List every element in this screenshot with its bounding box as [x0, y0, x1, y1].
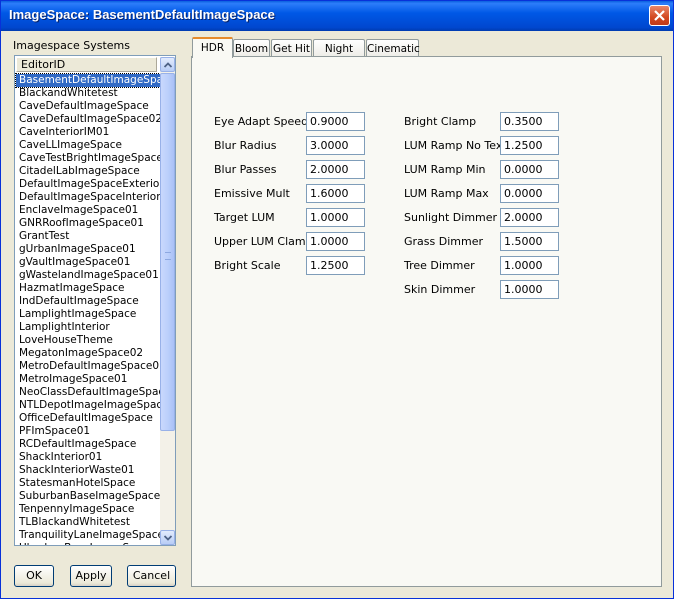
list-item[interactable]: gVaultImageSpace01 [16, 256, 160, 269]
systems-list-items: BasementDefaultImageSpace BlackandWhitete… [15, 73, 161, 545]
list-item[interactable]: CaveLLImageSpace [16, 139, 160, 152]
field-label: Emissive Mult [214, 187, 290, 200]
editorid-column-header[interactable]: EditorID [16, 57, 157, 72]
field-label: Bright Clamp [404, 115, 477, 128]
systems-list[interactable]: EditorID BasementDefaultImageSpace Blacka… [14, 55, 176, 546]
value-field[interactable]: 0.9000 [306, 112, 365, 131]
systems-label: Imagespace Systems [13, 39, 130, 52]
list-item[interactable]: CaveDefaultImageSpace02 [16, 113, 160, 126]
list-item[interactable]: LamplightImageSpace [16, 308, 160, 321]
scroll-thumb[interactable] [160, 73, 175, 431]
window-title: ImageSpace: BasementDefaultImageSpace [9, 7, 275, 22]
title-bar[interactable]: ImageSpace: BasementDefaultImageSpace [1, 1, 673, 31]
scroll-down-button[interactable] [160, 530, 175, 545]
field-label: LUM Ramp Max [404, 187, 489, 200]
list-item[interactable]: GNRRoofImageSpace01 [16, 217, 160, 230]
list-item[interactable]: MegatonImageSpace02 [16, 347, 160, 360]
close-button[interactable] [649, 5, 670, 26]
scroll-up-button[interactable] [160, 57, 175, 72]
value-field[interactable]: 1.2500 [500, 136, 559, 155]
field-label: Upper LUM Clamp [214, 235, 313, 248]
list-item[interactable]: OfficeDefaultImageSpace [16, 412, 160, 425]
list-item[interactable]: PFImSpace01 [16, 425, 160, 438]
field-label: Blur Passes [214, 163, 277, 176]
list-item[interactable]: TenpennyImageSpace [16, 503, 160, 516]
value-field[interactable]: 3.0000 [306, 136, 365, 155]
value-field[interactable]: 1.0000 [306, 208, 365, 227]
value-field[interactable]: 1.0000 [500, 256, 559, 275]
list-item[interactable]: HazmatImageSpace [16, 282, 160, 295]
field-label: Sunlight Dimmer [404, 211, 498, 224]
list-item[interactable]: CaveDefaultImageSpace [16, 100, 160, 113]
list-item[interactable]: CaveTestBrightImageSpace [16, 152, 160, 165]
list-item[interactable]: gUrbanImageSpace01 [16, 243, 160, 256]
list-item[interactable]: NeoClassDefaultImageSpace [16, 386, 160, 399]
field-label: LUM Ramp Min [404, 163, 486, 176]
list-item[interactable]: IndDefaultImageSpace [16, 295, 160, 308]
value-field[interactable]: 0.0000 [500, 184, 559, 203]
list-item[interactable]: ShackInterior01 [16, 451, 160, 464]
list-item[interactable]: RCDefaultImageSpace [16, 438, 160, 451]
list-item[interactable]: MetroDefaultImageSpace01 [16, 360, 160, 373]
value-field[interactable]: 1.0000 [500, 280, 559, 299]
field-label: Eye Adapt Speed [214, 115, 309, 128]
list-item[interactable]: TLBlackandWhitetest [16, 516, 160, 529]
apply-button[interactable]: Apply [70, 565, 112, 587]
list-item[interactable]: DefaultImageSpaceExterior [16, 178, 160, 191]
list-item[interactable]: BlackandWhitetest [16, 87, 160, 100]
cancel-button[interactable]: Cancel [127, 565, 176, 587]
value-field[interactable]: 2.0000 [306, 160, 365, 179]
value-field[interactable]: 0.3500 [500, 112, 559, 131]
hdr-tab-panel: Eye Adapt Speed 0.9000 Blur Radius 3.0000 Bl… [191, 56, 662, 587]
field-label: Blur Radius [214, 139, 277, 152]
list-item[interactable]: StatesmanHotelSpace [16, 477, 160, 490]
list-item[interactable]: TranquilityLaneImageSpace [16, 529, 160, 542]
list-item[interactable]: ShackInteriorWaste01 [16, 464, 160, 477]
list-item[interactable]: LoveHouseTheme [16, 334, 160, 347]
list-item[interactable]: GrantTest [16, 230, 160, 243]
list-scrollbar[interactable] [160, 57, 175, 545]
ok-button[interactable]: OK [14, 565, 54, 587]
field-label: Target LUM [214, 211, 275, 224]
field-label: LUM Ramp No Tex [404, 139, 503, 152]
value-field[interactable]: 0.0000 [500, 160, 559, 179]
list-item[interactable]: gWastelandImageSpace01 [16, 269, 160, 282]
value-field[interactable]: 1.5000 [500, 232, 559, 251]
list-item[interactable]: BasementDefaultImageSpace [15, 73, 161, 88]
field-label: Skin Dimmer [404, 283, 476, 296]
field-label: Grass Dimmer [404, 235, 483, 248]
value-field[interactable]: 1.6000 [306, 184, 365, 203]
list-item[interactable]: LamplightInterior [16, 321, 160, 334]
list-item[interactable]: NTLDepotImageImageSpace [16, 399, 160, 412]
imagespace-dialog: ImageSpace: BasementDefaultImageSpace Im… [0, 0, 674, 599]
value-field[interactable]: 1.2500 [306, 256, 365, 275]
scroll-grip [165, 252, 171, 260]
list-item[interactable]: CaveInteriorIM01 [16, 126, 160, 139]
list-item[interactable]: MetroImageSpace01 [16, 373, 160, 386]
value-field[interactable]: 2.0000 [500, 208, 559, 227]
list-item[interactable]: CitadelLabImageSpace [16, 165, 160, 178]
tab-hdr[interactable]: HDR [192, 37, 233, 58]
list-item[interactable]: EnclaveImageSpace01 [16, 204, 160, 217]
list-item[interactable]: UburbanBaseImageSpace [16, 542, 160, 545]
field-label: Tree Dimmer [404, 259, 475, 272]
field-label: Bright Scale [214, 259, 281, 272]
list-item[interactable]: DefaultImageSpaceInterior [16, 191, 160, 204]
list-item[interactable]: SuburbanBaseImageSpace [16, 490, 160, 503]
value-field[interactable]: 1.0000 [306, 232, 365, 251]
